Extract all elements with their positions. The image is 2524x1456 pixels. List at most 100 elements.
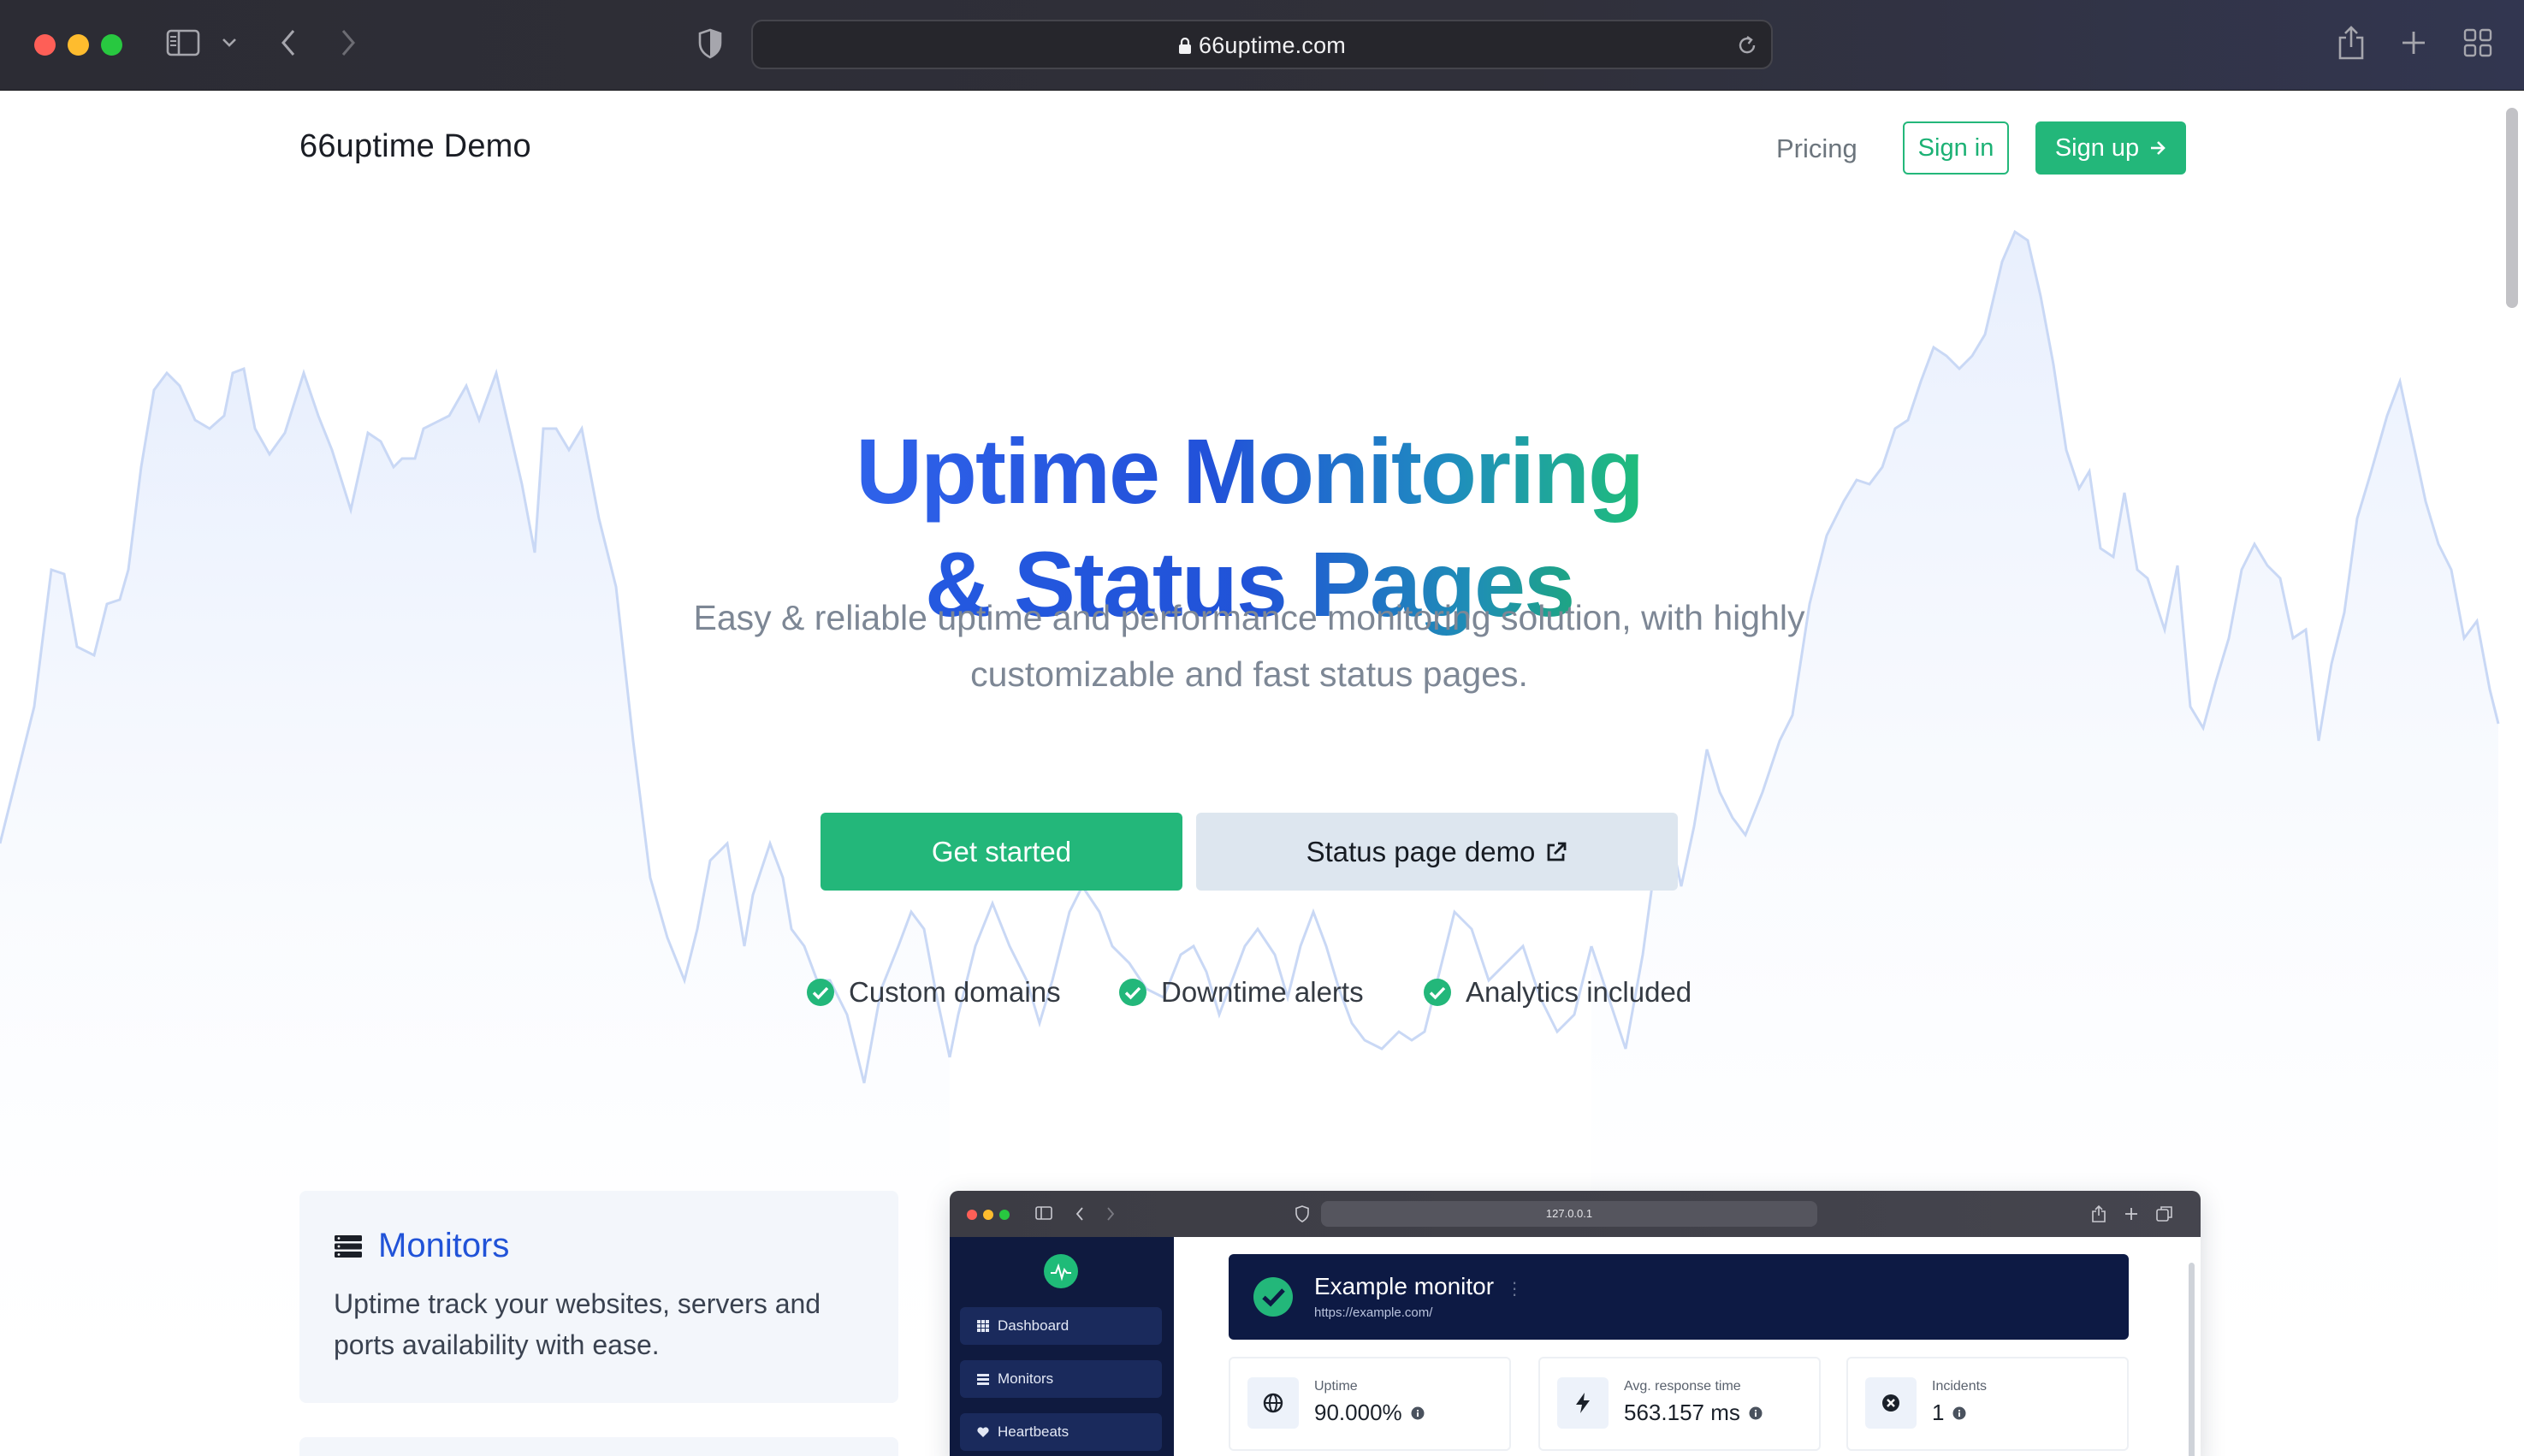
preview-sidebar: Dashboard Monitors Heartbeats [950,1237,1174,1456]
window-minimize-button[interactable] [68,34,89,56]
info-icon [1411,1406,1425,1419]
share-icon[interactable] [2334,24,2368,62]
browser-toolbar: 66uptime.com [0,0,2524,91]
card-title: Monitors [334,1227,509,1265]
stat-value-text: 1 [1932,1400,1945,1425]
preview-nav-label: Heartbeats [998,1423,1069,1440]
preview-stat-response: Avg. response time 563.157 ms [1538,1357,1821,1451]
check-circle-icon [1424,979,1451,1006]
more-vertical-icon: ⋮ [1506,1280,1524,1299]
stat-label: Uptime [1314,1379,1358,1394]
sign-up-label: Sign up [2054,133,2140,162]
preview-minimize-dot [983,1210,993,1220]
preview-monitor-title-text: Example monitor [1314,1273,1495,1299]
stat-value: 90.000% [1314,1400,1425,1426]
preview-sidebar-icon [1035,1206,1052,1220]
stat-value-text: 90.000% [1314,1400,1402,1425]
stat-value: 1 [1932,1400,1966,1426]
window-close-button[interactable] [34,34,56,56]
address-bar[interactable]: 66uptime.com [751,20,1773,69]
preview-monitor-title: Example monitor ⋮ [1314,1273,1523,1300]
x-circle-icon [1865,1377,1917,1429]
preview-stat-incidents: Incidents 1 [1846,1357,2129,1451]
preview-plus-icon [2125,1208,2137,1220]
forward-arrow-icon[interactable] [334,27,363,59]
reload-icon[interactable] [1733,32,1761,59]
preview-close-dot [967,1210,977,1220]
preview-stat-uptime: Uptime 90.000% [1229,1357,1511,1451]
server-stack-icon [335,1234,362,1258]
chevron-down-icon[interactable] [219,33,240,53]
preview-back-icon [1075,1207,1083,1221]
external-link-icon [1548,842,1567,861]
page-scrollbar[interactable] [2498,91,2524,1456]
preview-forward-icon [1107,1207,1115,1221]
stat-label: Avg. response time [1624,1379,1741,1394]
preview-nav-monitors: Monitors [960,1360,1162,1398]
hero-subtitle-line-1: Easy & reliable uptime and performance m… [693,598,1805,637]
preview-nav-label: Monitors [998,1370,1054,1387]
brand-logo[interactable]: 66uptime Demo [299,128,531,165]
hero-subtitle: Easy & reliable uptime and performance m… [650,589,1848,702]
web-page: 66uptime Demo Pricing Sign in Sign up Up… [0,91,2524,1456]
stat-label: Incidents [1932,1379,1988,1394]
sign-in-label: Sign in [1917,133,1994,162]
scrollbar-thumb[interactable] [2506,108,2518,308]
feature-custom-domains: Custom domains [806,974,1061,1011]
sidebar-toggle-icon[interactable] [165,28,201,57]
preview-scrollbar [2189,1263,2195,1456]
monitors-feature-card[interactable]: Monitors Uptime track your websites, ser… [299,1191,898,1403]
stat-value: 563.157 ms [1624,1400,1763,1426]
check-circle-icon [1119,979,1146,1006]
check-circle-icon [807,979,834,1006]
preview-nav-label: Dashboard [998,1317,1069,1334]
feature-label: Analytics included [1466,976,1692,1008]
preview-shield-icon [1295,1205,1309,1222]
privacy-shield-icon[interactable] [695,27,726,60]
back-arrow-icon[interactable] [274,27,303,59]
preview-monitor-header: Example monitor ⋮ https://example.com/ [1229,1254,2129,1340]
preview-address-bar: 127.0.0.1 [1321,1201,1817,1227]
pricing-link[interactable]: Pricing [1776,133,1857,164]
feature-label: Downtime alerts [1161,976,1364,1008]
preview-app-logo [1044,1254,1078,1288]
arrow-right-icon [2151,141,2166,155]
preview-tabs-icon [2156,1206,2172,1222]
preview-url-text: 127.0.0.1 [1545,1207,1593,1220]
sign-up-button[interactable]: Sign up [2035,121,2186,175]
hero-title-line-1: Uptime Monitoring [0,416,2498,527]
chart-line-middle [948,884,1593,1058]
preview-share-icon [2092,1204,2106,1222]
info-icon [1952,1406,1966,1419]
preview-monitor-url: https://example.com/ [1314,1305,1433,1320]
tab-overview-icon[interactable] [2461,27,2495,59]
info-icon [1749,1406,1763,1419]
pulse-icon [1051,1263,1071,1281]
hero-title-text-1: Uptime Monitoring [856,419,1644,523]
window-zoom-button[interactable] [101,34,122,56]
get-started-label: Get started [931,835,1072,867]
heart-icon [977,1426,989,1437]
status-page-demo-label: Status page demo [1306,835,1536,867]
server-icon [977,1373,989,1385]
preview-main: Example monitor ⋮ https://example.com/ Up… [1174,1237,2201,1456]
card-title-text: Monitors [378,1227,510,1264]
status-page-demo-button[interactable]: Status page demo [1196,813,1678,891]
sign-in-button[interactable]: Sign in [1903,121,2009,175]
address-text: 66uptime.com [753,33,1771,59]
get-started-button[interactable]: Get started [821,813,1182,891]
stat-value-text: 563.157 ms [1624,1400,1740,1425]
preview-nav-dashboard: Dashboard [960,1307,1162,1345]
preview-browser-bar: 127.0.0.1 [950,1191,2201,1237]
url-label: 66uptime.com [1199,33,1346,58]
app-preview-screenshot: 127.0.0.1 Dashboard Monitors Heartbeats [950,1191,2201,1456]
globe-icon [1247,1377,1299,1429]
feature-downtime-alerts: Downtime alerts [1118,974,1364,1011]
hero-subtitle-line-2: customizable and fast status pages. [970,654,1528,694]
preview-zoom-dot [999,1210,1010,1220]
grid-icon [977,1320,989,1332]
next-feature-card[interactable] [299,1437,898,1456]
lock-icon [1179,38,1191,54]
plus-icon[interactable] [2397,27,2430,59]
bolt-icon [1557,1377,1609,1429]
